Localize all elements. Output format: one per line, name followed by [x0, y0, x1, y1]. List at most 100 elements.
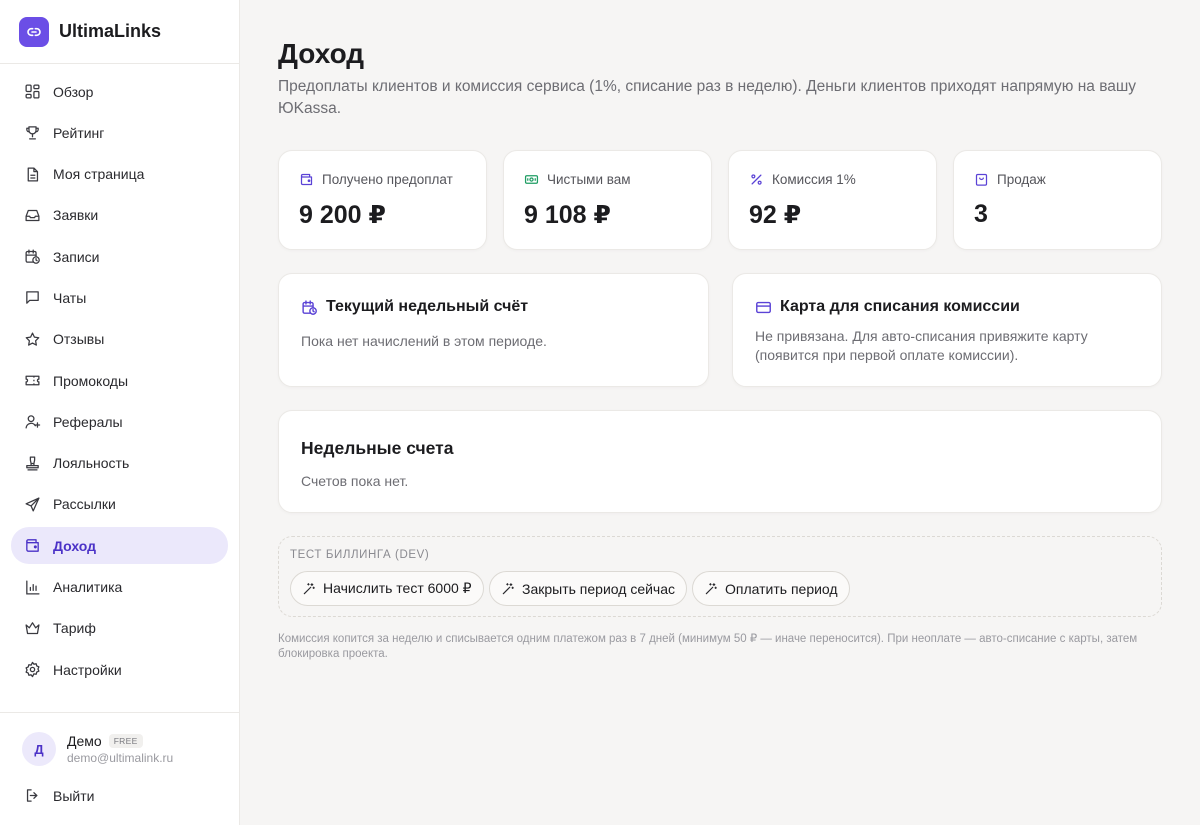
page-title: Доход [278, 38, 365, 69]
trophy-icon [24, 124, 41, 141]
sidebar-item-rating[interactable]: Рейтинг [11, 114, 228, 151]
sidebar-item-label: Отзывы [53, 331, 105, 348]
wallet-icon [299, 172, 314, 187]
sidebar-item-bookings[interactable]: Записи [11, 238, 228, 275]
sidebar-item-overview[interactable]: Обзор [11, 73, 228, 110]
close-period-label: Закрыть период сейчас [522, 580, 676, 597]
stat-card-prepayments: Получено предоплат 9 200 ₽ [278, 150, 487, 250]
plan-badge: FREE [108, 734, 143, 748]
user-email: demo@ultimalink.ru [67, 751, 174, 765]
sidebar-footer: Д Демо FREE demo@ultimalink.ru Выйти [0, 712, 239, 825]
stat-label: Чистыми вам [547, 172, 631, 187]
stat-label: Получено предоплат [322, 172, 453, 187]
crown-icon [24, 620, 41, 637]
commission-card-text-line: Не привязана. Для авто-списания привяжит… [755, 328, 1088, 344]
calendar-clock-icon [301, 299, 318, 316]
magic-wand-icon [704, 582, 718, 596]
bar-chart-icon [24, 579, 41, 596]
shopping-bag-icon [974, 172, 989, 187]
stat-value: 9 108 ₽ [524, 201, 611, 229]
logout-icon [24, 787, 41, 804]
sidebar-item-label: Аналитика [53, 579, 123, 596]
wallet-icon [24, 537, 41, 554]
sidebar-item-label: Рефералы [53, 413, 123, 430]
sidebar-item-label: Обзор [53, 83, 94, 100]
stat-card-net: Чистыми вам 9 108 ₽ [503, 150, 712, 250]
sidebar-item-chats[interactable]: Чаты [11, 279, 228, 316]
accrue-test-label: Начислить тест 6000 ₽ [323, 580, 472, 596]
sidebar-item-requests[interactable]: Заявки [11, 197, 228, 234]
app-name: UltimaLinks [59, 21, 162, 41]
percent-icon [749, 172, 764, 187]
sidebar-item-mailings[interactable]: Рассылки [11, 486, 228, 523]
sidebar-item-my-page[interactable]: Моя страница [11, 156, 228, 193]
sidebar-item-analytics[interactable]: Аналитика [11, 569, 228, 606]
avatar: Д [22, 732, 56, 766]
calendar-clock-icon [24, 248, 41, 265]
sidebar: UltimaLinks Обзор Рейтинг Моя страница З… [0, 0, 240, 825]
sidebar-item-income[interactable]: Доход [11, 527, 228, 565]
credit-card-icon [755, 299, 772, 316]
sidebar-item-label: Чаты [53, 289, 87, 306]
logout-label: Выйти [53, 787, 95, 804]
pay-period-label: Оплатить период [725, 580, 838, 597]
stat-value: 9 200 ₽ [299, 201, 386, 229]
sidebar-item-label: Рейтинг [53, 124, 105, 141]
sidebar-item-label: Настройки [53, 661, 122, 678]
brand[interactable]: UltimaLinks [0, 0, 239, 64]
sidebar-item-promocodes[interactable]: Промокоды [11, 362, 228, 399]
current-bill-title: Текущий недельный счёт [326, 298, 529, 315]
commission-card-text-line: (появится при первой оплате комиссии). [755, 347, 1019, 363]
ticket-icon [24, 372, 41, 389]
stat-value: 92 ₽ [749, 201, 802, 229]
accrue-test-button[interactable]: Начислить тест 6000 ₽ [290, 571, 484, 606]
commission-footnote: Комиссия копится за неделю и списывается… [278, 633, 1138, 660]
stat-card-commission: Комиссия 1% 92 ₽ [728, 150, 937, 250]
page-subtitle: Предоплаты клиентов и комиссия сервиса (… [278, 78, 1137, 117]
pay-period-button[interactable]: Оплатить период [692, 571, 850, 606]
sidebar-item-label: Лояльность [53, 455, 130, 472]
stat-value: 3 [974, 200, 988, 228]
magic-wand-icon [302, 582, 316, 596]
sidebar-item-tariff[interactable]: Тариф [11, 610, 228, 647]
sidebar-item-label: Записи [53, 248, 100, 265]
stat-label: Комиссия 1% [772, 172, 856, 187]
magic-wand-icon [501, 582, 515, 596]
sidebar-item-label: Рассылки [53, 496, 116, 513]
link-icon [19, 16, 49, 47]
send-icon [24, 496, 41, 513]
sidebar-item-settings[interactable]: Настройки [11, 651, 228, 688]
weekly-bills-text: Счетов пока нет. [301, 473, 409, 489]
sidebar-item-label: Заявки [53, 207, 99, 224]
commission-card-title: Карта для списания комиссии [780, 298, 1020, 315]
sidebar-item-label: Доход [53, 537, 97, 554]
commission-card-info: Карта для списания комиссии Не привязана… [732, 273, 1162, 387]
sidebar-item-referrals[interactable]: Рефералы [11, 403, 228, 440]
current-bill-card: Текущий недельный счёт Пока нет начислен… [278, 273, 709, 387]
logout-button[interactable]: Выйти [24, 787, 94, 804]
grid-icon [24, 83, 41, 100]
billing-test-label: ТЕСТ БИЛЛИНГА (DEV) [290, 549, 430, 561]
stat-label: Продаж [997, 172, 1046, 187]
user-name: Демо [67, 733, 102, 749]
close-period-button[interactable]: Закрыть период сейчас [489, 571, 688, 606]
current-bill-text: Пока нет начислений в этом периоде. [301, 333, 547, 349]
stamp-icon [24, 455, 41, 472]
document-icon [24, 166, 41, 183]
user-plus-icon [24, 413, 41, 430]
billing-test-panel: ТЕСТ БИЛЛИНГА (DEV) Начислить тест 6000 … [278, 536, 1162, 617]
sidebar-item-label: Тариф [53, 620, 96, 637]
sidebar-item-loyalty[interactable]: Лояльность [11, 445, 228, 482]
sidebar-item-label: Промокоды [53, 372, 129, 389]
inbox-icon [24, 207, 41, 224]
sidebar-item-label: Моя страница [53, 166, 145, 183]
stat-card-sales: Продаж 3 [953, 150, 1162, 250]
user-profile[interactable]: Д Демо FREE demo@ultimalink.ru [22, 732, 173, 766]
sidebar-item-reviews[interactable]: Отзывы [11, 321, 228, 358]
banknote-icon [524, 172, 539, 187]
star-icon [24, 331, 41, 348]
sidebar-nav: Обзор Рейтинг Моя страница Заявки Записи… [11, 73, 228, 692]
weekly-bills-title: Недельные счета [301, 438, 454, 458]
gear-icon [24, 661, 41, 678]
chat-icon [24, 289, 41, 306]
